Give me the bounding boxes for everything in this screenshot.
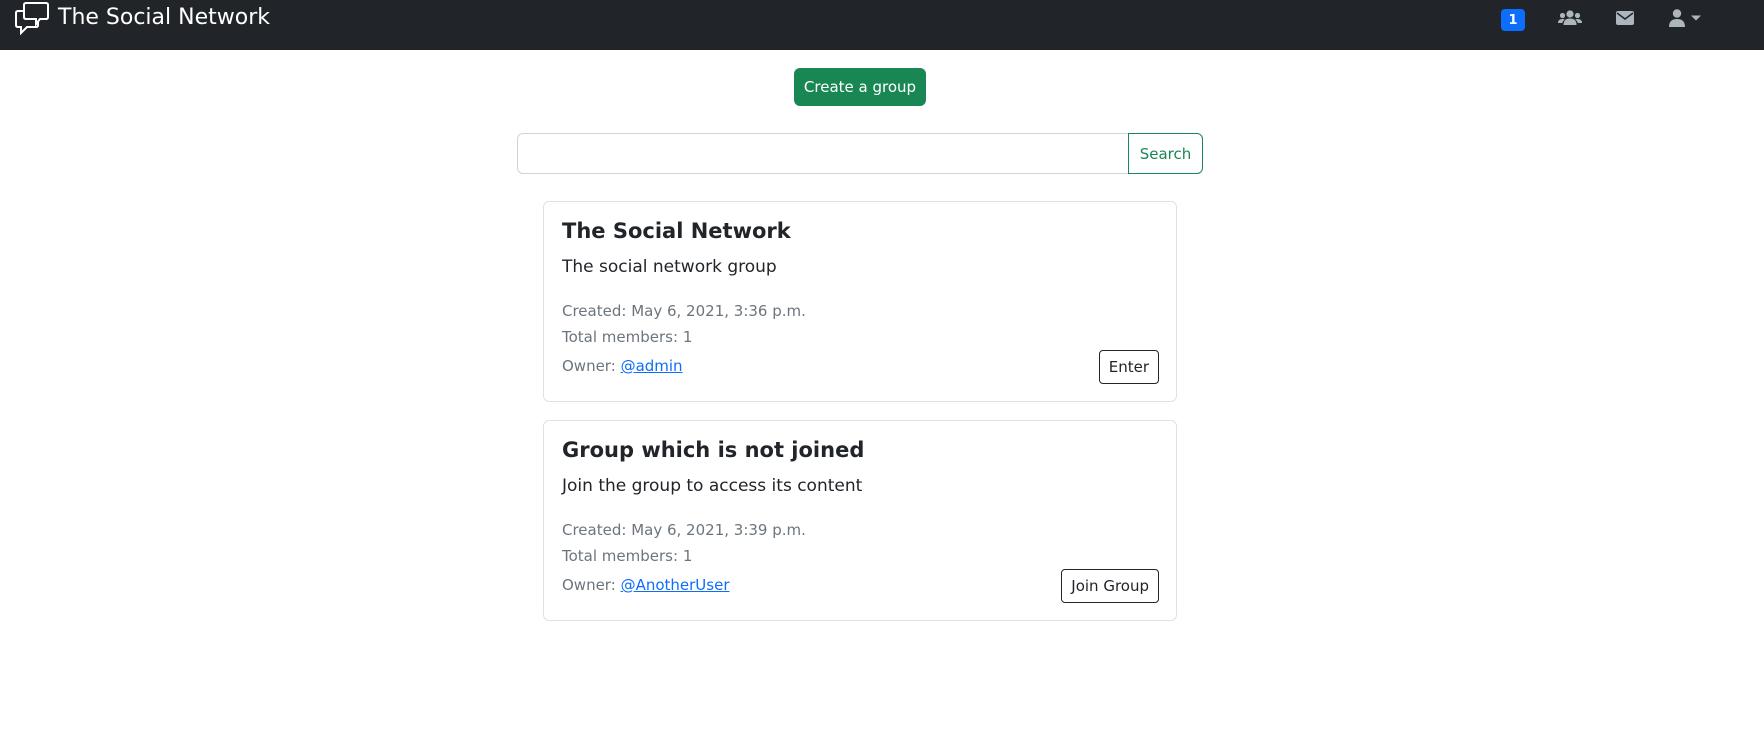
group-title: The Social Network [562, 219, 791, 243]
user-icon [1669, 9, 1685, 27]
group-card: The Social Network The social network gr… [543, 201, 1177, 402]
group-description: The social network group [562, 257, 777, 277]
users-icon [1558, 10, 1582, 25]
owner-link[interactable]: @AnotherUser [621, 576, 730, 594]
notification-badge[interactable]: 1 [1501, 9, 1525, 31]
caret-down-icon [1691, 15, 1701, 21]
owner-link[interactable]: @admin [621, 357, 683, 375]
group-card: Group which is not joined Join the group… [543, 420, 1177, 621]
brand-title: The Social Network [58, 5, 270, 30]
created-label: Created: [562, 521, 627, 539]
group-created: Created: May 6, 2021, 3:39 p.m. [562, 521, 806, 539]
members-label: Total members: [562, 328, 679, 346]
created-value: May 6, 2021, 3:36 p.m. [631, 302, 806, 320]
owner-label: Owner: [562, 576, 616, 594]
members-value: 1 [682, 547, 693, 565]
group-owner: Owner: @admin [562, 357, 683, 375]
search-button[interactable]: Search [1128, 133, 1203, 174]
user-menu-dropdown[interactable] [1669, 7, 1702, 29]
members-label: Total members: [562, 547, 679, 565]
enter-group-button[interactable]: Enter [1098, 350, 1159, 384]
group-owner: Owner: @AnotherUser [562, 576, 729, 594]
group-members: Total members: 1 [562, 547, 692, 565]
messages-nav-link[interactable] [1616, 7, 1634, 29]
join-group-button[interactable]: Join Group [1061, 569, 1159, 603]
create-group-button[interactable]: Create a group [794, 68, 926, 106]
group-title: Group which is not joined [562, 438, 865, 462]
members-value: 1 [682, 328, 693, 346]
group-created: Created: May 6, 2021, 3:36 p.m. [562, 302, 806, 320]
search-input[interactable] [517, 133, 1129, 174]
owner-label: Owner: [562, 357, 616, 375]
chat-bubbles-icon [15, 2, 49, 36]
groups-nav-link[interactable] [1558, 7, 1582, 29]
top-navbar: The Social Network 1 [0, 0, 1764, 50]
created-value: May 6, 2021, 3:39 p.m. [631, 521, 806, 539]
group-members: Total members: 1 [562, 328, 692, 346]
envelope-icon [1616, 11, 1634, 25]
group-description: Join the group to access its content [562, 476, 863, 496]
created-label: Created: [562, 302, 627, 320]
brand-link[interactable]: The Social Network [14, 0, 270, 36]
